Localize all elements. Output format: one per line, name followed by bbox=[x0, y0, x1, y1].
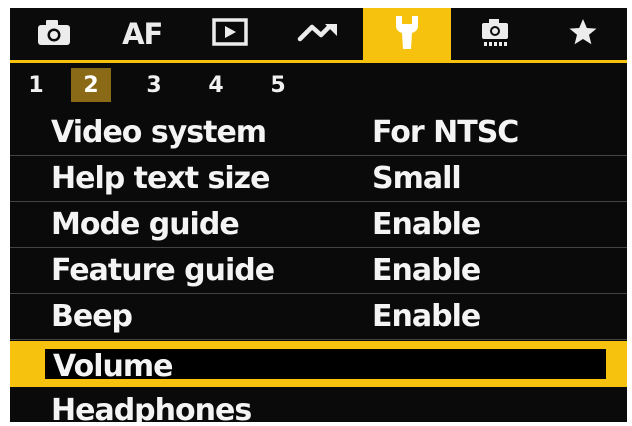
page-5-label: 5 bbox=[270, 72, 286, 98]
tab-setup[interactable] bbox=[362, 8, 451, 60]
menu-item-label: Video system bbox=[51, 115, 267, 150]
page-1[interactable]: 1 bbox=[16, 68, 56, 102]
custom-camera-icon bbox=[478, 15, 512, 53]
page-2[interactable]: 2 bbox=[71, 68, 111, 102]
menu-item-value: For NTSC bbox=[372, 115, 519, 150]
menu-item-beep[interactable]: Beep Enable bbox=[10, 295, 627, 340]
page-4[interactable]: 4 bbox=[196, 68, 236, 102]
menu-item-label: Beep bbox=[51, 299, 133, 334]
tab-af[interactable]: AF bbox=[98, 8, 186, 60]
page-5[interactable]: 5 bbox=[258, 68, 298, 102]
camera-menu-screen: AF 1 2 3 4 5 Video system For NTSC Help … bbox=[10, 8, 627, 422]
menu-item-value: Small bbox=[372, 161, 462, 196]
menu-item-label: Volume bbox=[53, 349, 173, 384]
play-icon bbox=[212, 18, 249, 50]
menu-tab-bar: AF bbox=[10, 8, 627, 60]
tab-custom-functions[interactable] bbox=[451, 8, 539, 60]
page-selector: 1 2 3 4 5 bbox=[10, 64, 627, 106]
menu-item-feature-guide[interactable]: Feature guide Enable bbox=[10, 249, 627, 294]
star-icon bbox=[568, 17, 598, 51]
page-3-label: 3 bbox=[146, 72, 162, 98]
tab-underline bbox=[10, 60, 627, 63]
tab-shooting[interactable] bbox=[10, 8, 98, 60]
menu-item-value: Enable bbox=[372, 207, 481, 242]
wrench-icon bbox=[390, 13, 424, 55]
menu-item-label: Feature guide bbox=[51, 253, 275, 288]
tab-wireless[interactable] bbox=[274, 8, 362, 60]
page-3[interactable]: 3 bbox=[134, 68, 174, 102]
wireless-icon bbox=[296, 20, 340, 48]
menu-item-volume[interactable]: Volume bbox=[41, 345, 610, 384]
menu-item-help-text-size[interactable]: Help text size Small bbox=[10, 157, 627, 202]
camera-icon bbox=[36, 18, 72, 50]
menu-item-headphones[interactable]: Headphones bbox=[10, 389, 627, 422]
tab-playback[interactable] bbox=[186, 8, 274, 60]
menu-item-value: Enable bbox=[372, 253, 481, 288]
menu-item-label: Headphones bbox=[51, 393, 252, 422]
menu-item-mode-guide[interactable]: Mode guide Enable bbox=[10, 203, 627, 248]
page-1-label: 1 bbox=[28, 72, 44, 98]
menu-item-video-system[interactable]: Video system For NTSC bbox=[10, 111, 627, 156]
menu-item-value: Enable bbox=[372, 299, 481, 334]
menu-item-label: Help text size bbox=[51, 161, 270, 196]
page-4-label: 4 bbox=[208, 72, 224, 98]
tab-af-label: AF bbox=[122, 17, 163, 51]
menu-item-label: Mode guide bbox=[51, 207, 240, 242]
page-2-label: 2 bbox=[83, 72, 99, 98]
tab-my-menu[interactable] bbox=[539, 8, 627, 60]
